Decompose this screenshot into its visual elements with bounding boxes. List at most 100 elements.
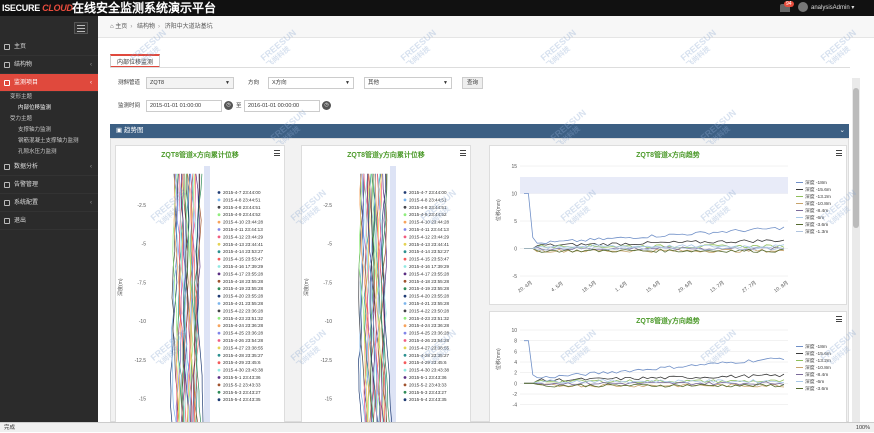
chart-y-cumulative-svg: 深度(m) -2.5 -5 -7.5 -10 -12.5 -15 2015-4-7 23:44…: [303, 166, 450, 423]
menu-icon[interactable]: [460, 150, 466, 158]
y-tick-label: -12.5: [321, 358, 333, 364]
sidebar-item-monitoring[interactable]: 监测项目 ‹: [0, 74, 98, 92]
series-line: [524, 193, 785, 245]
legend-marker: [403, 324, 407, 328]
legend-marker: [403, 339, 407, 342]
legend-marker: [217, 324, 221, 328]
legend-item: 2015-4-14 23:52:27: [409, 249, 450, 254]
other-select[interactable]: 其他 ▼: [364, 77, 452, 89]
sidebar-item-internal-displacement[interactable]: 内部位移监测: [0, 103, 98, 114]
legend-marker: [403, 213, 407, 217]
chevron-left-icon: ‹: [90, 62, 92, 68]
sidebar-item-structure[interactable]: 结构物 ‹: [0, 56, 98, 74]
clock-icon[interactable]: ◷: [224, 101, 233, 110]
legend-item: 2015-4-8 23:44:51: [223, 205, 261, 210]
chevron-down-icon: ‹: [90, 80, 92, 86]
y-tick-label: -5: [513, 274, 518, 280]
legend-marker: [217, 287, 221, 291]
legend-item: 2015-4-23 23:51:32: [409, 316, 450, 321]
legend-item: 2015-4-15 23:53:47: [223, 257, 264, 262]
sidebar-item-logout[interactable]: 退出: [0, 212, 98, 230]
y-tick-label: 10: [511, 328, 517, 334]
legend-item: 深度 -3.6m: [805, 221, 828, 228]
scrollbar-thumb[interactable]: [853, 88, 859, 228]
legend-marker: [403, 257, 407, 261]
chart-y-trend: ZQT8管道y方向趋势 位移(mm) 10 8 6 4 2 0 -2 -4 深度 -18m 深度 -…: [489, 311, 847, 423]
x-tick-label: 13. 7月: [709, 280, 726, 294]
y-tick-label: 0: [514, 381, 517, 387]
sidebar-item-settings[interactable]: 系统配置 ‹: [0, 194, 98, 212]
series-line: [524, 379, 785, 384]
clock-icon[interactable]: ◷: [322, 101, 331, 110]
legend-marker: [217, 398, 221, 402]
y-tick-label: -2: [513, 392, 518, 398]
date-separator: 至: [236, 103, 242, 109]
chevron-down-icon[interactable]: ⌄: [840, 124, 845, 138]
direction-label: 方向: [248, 80, 260, 86]
y-tick-label: -15: [139, 397, 146, 403]
direction-select[interactable]: X方向 ▼: [268, 77, 354, 89]
y-axis-label: 深度(m): [117, 278, 124, 296]
legend-marker: [217, 294, 221, 298]
legend-marker: [403, 331, 407, 335]
x-tick-label: 27. 7月: [741, 280, 758, 294]
user-menu[interactable]: analysisAdmin ▾: [798, 0, 854, 16]
legend-marker: [217, 257, 221, 261]
legend-item: 2015-4-12 23:44:29: [223, 234, 264, 239]
legend-item: 深度 -8.4m: [805, 207, 828, 214]
y-tick-label: -5: [328, 242, 333, 248]
start-time-input[interactable]: 2015-01-01 01:00:00: [146, 100, 222, 112]
legend-marker: [217, 302, 221, 305]
sidebar-item-home[interactable]: 主页: [0, 38, 98, 56]
sidebar-menu: 主页 结构物 ‹ 监测项目 ‹ 变形主题 内部位移监测 受力主题 支撑轴力监测 钢筋…: [0, 38, 98, 230]
legend-item: 2015-4-9 23:44:52: [223, 212, 261, 217]
legend-item: 深度 -10.8m: [805, 364, 831, 371]
sidebar-toggle-button[interactable]: [74, 22, 88, 34]
chart-title: ZQT8管道x方向累计位移: [161, 152, 239, 159]
caret-down-icon: ▼: [345, 80, 350, 86]
legend-item: 2015-4-7 23:44:00: [223, 190, 261, 195]
menu-icon[interactable]: [836, 316, 842, 324]
tab-internal-displacement[interactable]: 内部位移监测: [110, 54, 161, 68]
top-bar: ISECURE CLOUD 在线安全监测系统演示平台 94 analysisAd…: [0, 0, 874, 16]
panel-header[interactable]: ▣ 趋势图 ⌄: [110, 124, 849, 138]
status-bar: 完成 100%: [0, 422, 874, 432]
main-content: ⌂ 主页 › 结构物 › 济阳中大道站基坑 内部位移监测 测斜管道 ZQT8 ▼ 方向…: [98, 16, 874, 425]
pipe-select[interactable]: ZQT8 ▼: [146, 77, 234, 89]
sidebar-item-support-force[interactable]: 支撑轴力监测: [0, 125, 98, 136]
legend-marker: [217, 272, 221, 276]
sidebar-item-concrete-support-force[interactable]: 钢筋混凝土支撑轴力监测: [0, 136, 98, 147]
end-time-input[interactable]: 2016-01-01 00:00:00: [244, 100, 320, 112]
sidebar-item-pore-pressure[interactable]: 孔隙水压力监测: [0, 147, 98, 158]
sidebar-group-force[interactable]: 受力主题: [0, 114, 98, 125]
legend-marker: [403, 191, 407, 194]
scrollbar[interactable]: [852, 78, 860, 422]
legend-item: 2015-4-27 23:38:55: [223, 345, 264, 350]
sidebar-group-deformation[interactable]: 变形主题: [0, 92, 98, 103]
menu-icon[interactable]: [836, 150, 842, 158]
legend-item: 2015-4-30 23:43:38: [223, 368, 264, 373]
legend-marker: [217, 213, 221, 217]
tab-divider: [110, 67, 850, 68]
notification-button[interactable]: 94: [780, 1, 794, 14]
app-title: 在线安全监测系统演示平台: [72, 1, 217, 15]
breadcrumb-home[interactable]: 主页: [115, 24, 127, 30]
chart-icon: [4, 164, 10, 170]
legend-item: 2015-4-23 23:51:32: [223, 316, 264, 321]
legend-item: 2015-4-17 23:55:28: [409, 271, 450, 276]
legend-item: 深度 -18m: [805, 343, 827, 350]
legend-item: 2015-4-19 23:55:28: [409, 286, 450, 291]
sidebar-item-analysis[interactable]: 数据分析 ‹: [0, 158, 98, 176]
sidebar-item-alarm[interactable]: 告警管理: [0, 176, 98, 194]
query-button[interactable]: 查询: [462, 77, 484, 89]
legend-item: 2015-4-17 23:55:28: [223, 271, 264, 276]
legend-item: 深度 -6m: [805, 214, 824, 221]
legend-marker: [403, 309, 407, 313]
legend-item: 2015-4-22 23:36:28: [223, 308, 264, 313]
breadcrumb-structure[interactable]: 结构物: [137, 24, 155, 30]
menu-icon[interactable]: [274, 150, 280, 158]
chart-x-trend-svg: 位移(mm) 15 10 5 0 -520. 4月 4. 5月 18. 5月 1. 6月 15. …: [495, 164, 831, 294]
avatar: [798, 2, 808, 13]
y-tick-label: -4: [513, 403, 518, 409]
legend-marker: [403, 250, 407, 254]
